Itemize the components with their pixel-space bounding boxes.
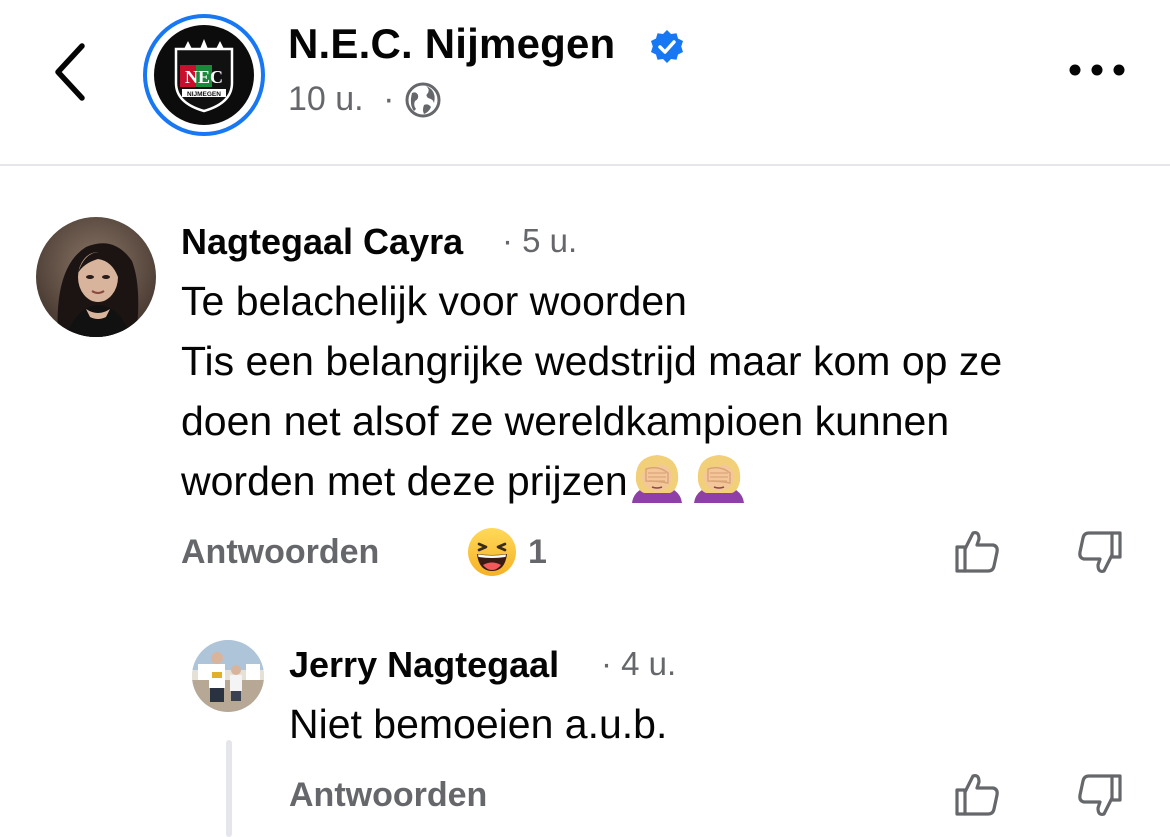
svg-text:NEC: NEC	[185, 67, 223, 87]
page-name[interactable]: N.E.C. Nijmegen	[288, 20, 615, 68]
verified-badge-icon	[648, 28, 686, 66]
comment-line: Niet bemoeien a.u.b.	[289, 701, 668, 747]
thumbs-down-icon[interactable]	[1076, 529, 1124, 577]
chevron-left-icon	[55, 43, 85, 101]
meta-separator: ·	[383, 80, 395, 118]
comment-time: · 5 u.	[502, 222, 578, 259]
more-options-icon	[1069, 64, 1125, 76]
comment-line-last: worden met deze prijzen	[181, 451, 1141, 511]
reply-button[interactable]: Antwoorden	[181, 533, 379, 572]
back-button[interactable]	[44, 38, 100, 104]
globe-icon[interactable]	[404, 81, 442, 119]
post-time: 10 u.	[288, 80, 364, 118]
reply-avatar[interactable]	[192, 640, 264, 712]
thread-line	[226, 740, 232, 837]
page-avatar[interactable]: NEC NIJMEGEN	[143, 14, 265, 136]
haha-reaction-icon[interactable]	[467, 527, 517, 577]
nec-logo: NEC NIJMEGEN	[154, 25, 254, 125]
thumbs-down-icon[interactable]	[1076, 772, 1124, 820]
reply-time: · 4 u.	[601, 645, 677, 682]
comment-line: worden met deze prijzen	[181, 458, 628, 504]
reply-author[interactable]: Jerry Nagtegaal	[289, 644, 559, 686]
svg-text:NIJMEGEN: NIJMEGEN	[187, 91, 221, 98]
thumbs-up-icon[interactable]	[953, 527, 1001, 575]
thumbs-up-icon[interactable]	[953, 770, 1001, 818]
post-header: NEC NIJMEGEN N.E.C. Nijmegen 10 u. ·	[0, 0, 1170, 166]
header-divider	[0, 164, 1170, 166]
more-options-button[interactable]	[1064, 56, 1130, 84]
reply-button[interactable]: Antwoorden	[289, 776, 487, 815]
commenter-avatar[interactable]	[36, 217, 156, 337]
comment-author[interactable]: Nagtegaal Cayra	[181, 221, 463, 263]
face-palm-emoji	[690, 451, 748, 503]
comment-line: Te belachelijk voor woorden	[181, 278, 687, 324]
reaction-count: 1	[528, 533, 547, 571]
post-meta: 10 u. ·	[288, 80, 394, 119]
reply-body: Niet bemoeien a.u.b.	[289, 694, 1109, 754]
comment-line: doen net alsof ze wereldkampioen kunnen	[181, 398, 950, 444]
comment-body: Te belachelijk voor woorden Tis een bela…	[181, 271, 1141, 511]
face-palm-emoji	[628, 451, 686, 503]
comment-line: Tis een belangrijke wedstrijd maar kom o…	[181, 338, 1003, 384]
